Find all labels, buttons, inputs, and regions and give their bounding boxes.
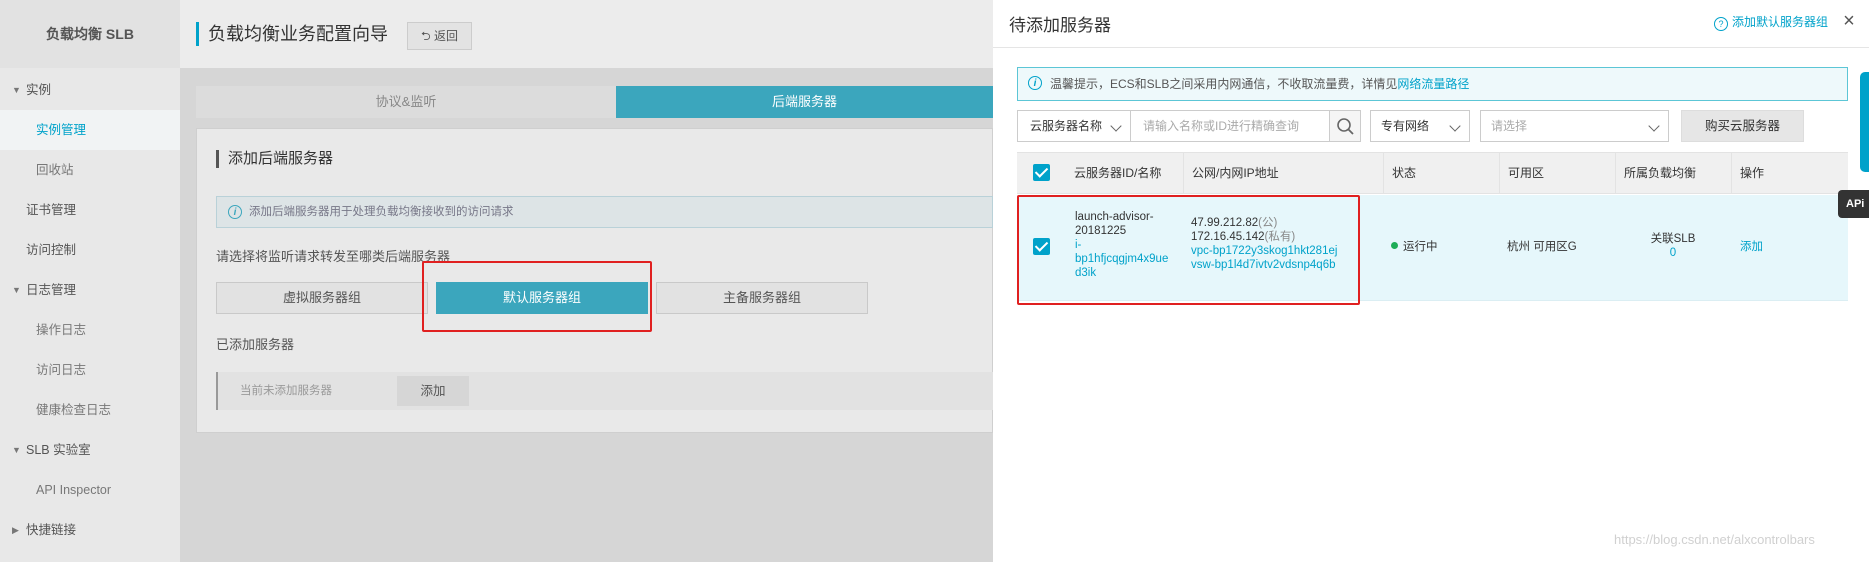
search-button[interactable] <box>1329 110 1361 142</box>
traffic-tip: 温馨提示，ECS和SLB之间采用内网通信，不收取流量费，详情见网络流量路径 <box>1017 67 1848 101</box>
watermark: https://blog.csdn.net/alxcontrolbars <box>1614 532 1815 547</box>
network-type-select[interactable]: 专有网络 <box>1370 110 1470 142</box>
help-link-label: 添加默认服务器组 <box>1732 15 1829 29</box>
back-label: 返回 <box>433 29 458 43</box>
highlight-box <box>1017 195 1360 305</box>
sidebar-item-label: 日志管理 <box>26 283 77 297</box>
sidebar-item-label: 健康检查日志 <box>36 403 112 417</box>
chevron-down-icon <box>1648 120 1660 132</box>
slb-label: 关联SLB <box>1650 233 1696 245</box>
running-status-icon <box>1391 242 1398 249</box>
backend-notice: 添加后端服务器用于处理负载均衡接收到的访问请求 <box>216 196 993 228</box>
sidebar-item-quick-links[interactable]: ▶ 快捷链接 <box>0 510 180 550</box>
drawer-title: 待添加服务器 <box>1009 16 1111 35</box>
back-icon: ⮌ <box>421 29 431 43</box>
search-input[interactable] <box>1130 110 1330 142</box>
sidebar-item-label: 证书管理 <box>26 203 77 217</box>
tip-text: 温馨提示，ECS和SLB之间采用内网通信，不收取流量费，详情见 <box>1050 77 1398 91</box>
side-feedback-tab[interactable] <box>1860 72 1869 172</box>
network-select-value: 专有网络 <box>1381 119 1430 133</box>
card-title: 添加后端服务器 <box>216 150 333 168</box>
sidebar-item-instance-management[interactable]: 实例管理 <box>0 110 180 150</box>
caret-right-icon: ▶ <box>12 525 19 535</box>
sidebar-item-label: 快捷链接 <box>26 523 77 537</box>
highlight-box <box>422 261 652 332</box>
column-header: 公网/内网IP地址 <box>1183 152 1383 194</box>
column-header: 状态 <box>1383 152 1499 194</box>
info-icon: i <box>228 205 242 219</box>
column-header: 可用区 <box>1499 152 1615 194</box>
step-protocol-listener[interactable]: 协议&监听 <box>196 86 616 118</box>
empty-servers-text: 当前未添加服务器 <box>240 385 332 397</box>
sidebar-item-access-log[interactable]: 访问日志 <box>0 350 180 390</box>
master-slave-group-button[interactable]: 主备服务器组 <box>656 282 868 314</box>
sidebar-item-operation-log[interactable]: 操作日志 <box>0 310 180 350</box>
status-text: 运行中 <box>1403 241 1438 253</box>
sidebar-item-api-inspector[interactable]: API Inspector <box>0 470 180 510</box>
added-servers-label: 已添加服务器 <box>216 337 295 352</box>
buy-ecs-button[interactable]: 购买云服务器 <box>1681 110 1804 142</box>
chevron-down-icon <box>1449 120 1461 132</box>
virtual-server-group-button[interactable]: 虚拟服务器组 <box>216 282 428 314</box>
sidebar-item-instance[interactable]: ▼ 实例 <box>0 70 180 110</box>
column-header: 所属负载均衡 <box>1615 152 1731 194</box>
server-type-question: 请选择将监听请求转发至哪类后端服务器 <box>216 249 451 264</box>
add-server-button[interactable]: 添加 <box>397 376 469 406</box>
column-header: 操作 <box>1731 152 1848 194</box>
vpc-select[interactable]: 请选择 <box>1480 110 1669 142</box>
vpc-select-placeholder: 请选择 <box>1491 119 1528 133</box>
info-icon: i <box>1028 76 1042 90</box>
network-path-link[interactable]: 网络流量路径 <box>1397 77 1469 91</box>
sidebar-item-label: 实例管理 <box>36 123 87 137</box>
sidebar-item-label: 操作日志 <box>36 323 87 337</box>
select-all-checkbox[interactable] <box>1033 164 1050 181</box>
sidebar-item-recycle-bin[interactable]: 回收站 <box>0 150 180 190</box>
caret-down-icon: ▼ <box>12 445 21 455</box>
page-title: 负载均衡业务配置向导 <box>196 22 388 46</box>
sidebar-item-log-management[interactable]: ▼ 日志管理 <box>0 270 180 310</box>
sidebar-item-label: 访问日志 <box>36 363 87 377</box>
add-row-action[interactable]: 添加 <box>1740 240 1763 254</box>
caret-down-icon: ▼ <box>12 85 21 95</box>
zone-cell: 杭州 可用区G <box>1507 241 1577 253</box>
sidebar-item-health-check-log[interactable]: 健康检查日志 <box>0 390 180 430</box>
slb-cell: 关联SLB 0 <box>1615 232 1731 260</box>
api-inspector-tab[interactable]: APi <box>1838 190 1869 218</box>
filter-select-value: 云服务器名称 <box>1030 119 1103 133</box>
sidebar-item-label: 访问控制 <box>26 243 77 257</box>
sidebar-item-label: SLB 实验室 <box>26 443 91 457</box>
sidebar-item-slb-lab[interactable]: ▼ SLB 实验室 <box>0 430 180 470</box>
sidebar-item-label: 回收站 <box>36 163 74 177</box>
sidebar-brand: 负载均衡 SLB <box>0 0 180 68</box>
close-icon[interactable]: × <box>1840 11 1858 31</box>
status-cell: 运行中 <box>1391 240 1438 254</box>
sidebar-item-label: 实例 <box>26 83 52 97</box>
caret-down-icon: ▼ <box>12 285 21 295</box>
slb-count[interactable]: 0 <box>1615 246 1731 260</box>
filter-field-select[interactable]: 云服务器名称 <box>1017 110 1131 142</box>
sidebar-item-certificates[interactable]: 证书管理 <box>0 190 180 230</box>
step-backend-servers[interactable]: 后端服务器 <box>616 86 993 118</box>
added-servers-row <box>216 372 993 410</box>
add-default-group-link[interactable]: ? 添加默认服务器组 <box>1714 13 1828 31</box>
question-icon: ? <box>1714 17 1728 31</box>
back-button[interactable]: ⮌ 返回 <box>407 22 472 50</box>
sidebar-item-label: API Inspector <box>36 483 112 497</box>
search-icon <box>1337 118 1354 135</box>
column-header: 云服务器ID/名称 <box>1074 166 1162 180</box>
sidebar-item-access-control[interactable]: 访问控制 <box>0 230 180 270</box>
step-arrow <box>600 86 616 118</box>
chevron-down-icon <box>1110 120 1122 132</box>
